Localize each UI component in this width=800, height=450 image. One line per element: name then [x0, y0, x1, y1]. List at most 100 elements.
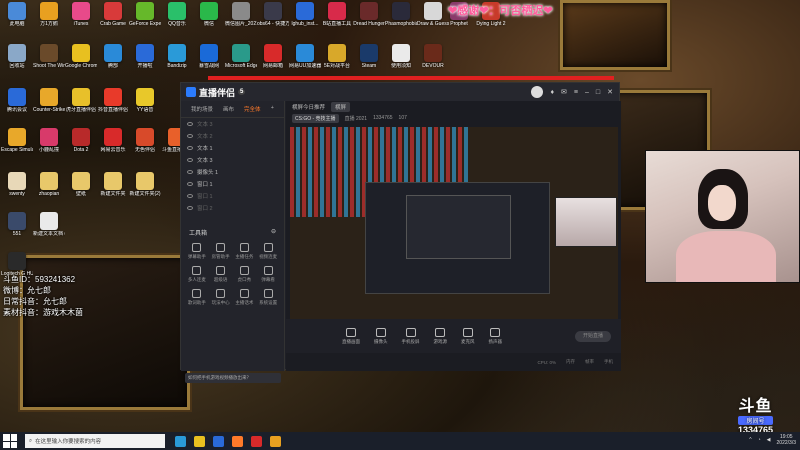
close-icon[interactable]: ✕ [607, 88, 613, 96]
toolbox-item[interactable]: 主播任务 [233, 243, 257, 260]
desktop-icon[interactable]: lghub_inst... [290, 2, 320, 27]
source-button[interactable]: 手机投屏 [402, 327, 420, 345]
visibility-eye-icon[interactable] [187, 158, 193, 162]
scene-item[interactable]: 窗口 1 [181, 190, 284, 202]
edge-icon[interactable] [175, 435, 186, 447]
desktop-icon[interactable]: 虎牙直播伴侣 [66, 88, 96, 113]
desktop-icon[interactable]: 新建文件夹(2) [129, 172, 161, 197]
gift-icon[interactable]: ♦ [550, 89, 554, 96]
toolbox-item[interactable]: 视频连麦 [256, 243, 280, 260]
toolbox-item[interactable]: 弹幕看 [256, 266, 280, 283]
toolbox-item[interactable]: 玩法中心 [209, 289, 233, 306]
source-button[interactable]: 麦克风 [461, 327, 475, 345]
toolbox-item[interactable]: 主播话术 [233, 289, 257, 306]
taskbar-search[interactable]: ⌕ 在这里输入你要搜索的内容 [25, 434, 165, 448]
desktop-icon[interactable]: Dota 2 [66, 128, 96, 153]
recommend-mode[interactable]: 横屏今日推荐 [292, 103, 325, 111]
desktop-icon[interactable]: 551 [2, 212, 32, 237]
explorer-icon[interactable] [194, 435, 205, 447]
mail-app-icon[interactable] [213, 435, 224, 447]
desktop-icon[interactable]: iTunes [66, 2, 96, 27]
tab-my-scenes[interactable]: 我的场景 [191, 105, 213, 113]
taskbar-clock[interactable]: 19:05 2022/3/3 [777, 434, 796, 446]
tray-chevron-icon[interactable]: ^ [749, 437, 751, 443]
desktop-icon[interactable]: 新建文件夹 [98, 172, 128, 197]
desktop-icon[interactable]: 暴雪战网 [194, 44, 224, 69]
desktop-icon[interactable]: swenty [2, 172, 32, 197]
toolbox-item[interactable]: 多人连麦 [185, 266, 209, 283]
visibility-eye-icon[interactable] [187, 134, 193, 138]
visibility-eye-icon[interactable] [187, 182, 193, 186]
add-scene-icon[interactable]: + [271, 105, 274, 113]
maximize-icon[interactable]: □ [596, 89, 600, 96]
desktop-icon[interactable]: 此电脑 [2, 2, 32, 27]
scene-item[interactable]: 文本 3 [181, 118, 284, 130]
desktop-icon[interactable]: Microsoft Edge [225, 44, 257, 69]
toolbox-item[interactable]: 歌词助手 [185, 289, 209, 306]
visibility-eye-icon[interactable] [187, 194, 193, 198]
desktop-icon[interactable]: 腾部 [98, 44, 128, 69]
live-companion-taskbar-icon[interactable] [232, 435, 243, 447]
toolbox-item[interactable]: 超级语 [209, 266, 233, 283]
desktop-icon[interactable]: Crab Game [98, 2, 128, 27]
desktop-icon[interactable]: Shoot The Wine Sound... [33, 44, 65, 69]
scene-item[interactable]: 摄像头 1 [181, 166, 284, 178]
toolbox-item[interactable]: 系统设置 [256, 289, 280, 306]
desktop-icon[interactable]: Google Chrome [65, 44, 97, 69]
desktop-icon[interactable]: YY语音 [130, 88, 160, 113]
desktop-icon[interactable]: Escape Simulator [1, 128, 33, 153]
scene-item[interactable]: 文本 1 [181, 142, 284, 154]
mail-icon[interactable]: ✉ [561, 88, 567, 96]
minimize-icon[interactable]: – [585, 89, 589, 96]
room-title[interactable]: 直播 2021 [345, 115, 368, 122]
desktop-icon[interactable]: 抖音直播伴侣 [98, 88, 128, 113]
game-category[interactable]: CS:GO - 竞技主播 [292, 113, 339, 123]
visibility-eye-icon[interactable] [187, 170, 193, 174]
desktop-icon[interactable]: 5E对战平台 [322, 44, 352, 69]
desktop-icon[interactable]: Steam [354, 44, 384, 69]
scene-item[interactable]: 窗口 1 [181, 178, 284, 190]
scene-item[interactable]: 文本 3 [181, 154, 284, 166]
chrome-icon[interactable] [270, 435, 281, 447]
source-button[interactable]: 扬声器 [489, 327, 502, 345]
desktop-icon[interactable]: 网易UU加速器 [289, 44, 321, 69]
app-titlebar[interactable]: 直播伴侣 5 ♦ ✉ ≡ – □ ✕ [181, 83, 619, 101]
desktop-icon[interactable]: obs64 - 快捷方式 [257, 2, 289, 27]
menu-icon[interactable]: ≡ [574, 89, 578, 96]
tab-canvas[interactable]: 画布 [223, 105, 234, 113]
netease-music-icon[interactable] [251, 435, 262, 447]
toolbox-item[interactable]: 虎口秀 [233, 266, 257, 283]
visibility-eye-icon[interactable] [187, 146, 193, 150]
source-button[interactable]: 游戏源 [434, 327, 447, 345]
source-button[interactable]: 摄像头 [374, 327, 388, 345]
desktop-icon[interactable]: Dread Hunger [353, 2, 385, 27]
desktop-icon[interactable]: 微信 [194, 2, 224, 27]
orientation-pill[interactable]: 横屏 [331, 102, 351, 112]
source-button[interactable]: 直播画面 [342, 327, 360, 345]
toolbox-item[interactable]: 房管助手 [209, 243, 233, 260]
desktop-icon[interactable]: B站直播工具 [322, 2, 352, 27]
desktop-icon[interactable]: 使用须知 [386, 44, 416, 69]
network-icon[interactable]: ◔ [758, 437, 761, 443]
desktop-icon[interactable]: Draw & Guess [417, 2, 449, 27]
scene-item[interactable]: 文本 2 [181, 130, 284, 142]
user-avatar[interactable] [531, 86, 544, 98]
desktop-icon[interactable]: 回收站 [2, 44, 32, 69]
scene-item[interactable]: 窗口 2 [181, 202, 284, 214]
visibility-eye-icon[interactable] [187, 122, 193, 126]
desktop-icon[interactable]: 网易云音乐 [98, 128, 128, 153]
desktop-icon[interactable]: zhaopian [34, 172, 64, 197]
desktop-icon[interactable]: 无色伴侣 [130, 128, 160, 153]
volume-icon[interactable]: ◀ [767, 437, 771, 443]
desktop-icon[interactable]: Counter-Strike: Global Off... [33, 88, 65, 113]
desktop-icon[interactable]: 微信图片_2021111... [225, 2, 257, 27]
desktop-icon[interactable]: 小鹿乱撞 [34, 128, 64, 153]
desktop-icon[interactable]: 开播啦 [130, 44, 160, 69]
desktop-icon[interactable]: QQ音乐 [162, 2, 192, 27]
start-live-button[interactable]: 开始直播 [575, 331, 611, 342]
toolbox-item[interactable]: 弹幕助手 [185, 243, 209, 260]
windows-start-icon[interactable] [3, 434, 17, 448]
desktop-icon[interactable]: Phasmophobia [385, 2, 417, 27]
desktop-icon[interactable]: DEVOUR [418, 44, 448, 69]
visibility-eye-icon[interactable] [187, 206, 193, 210]
